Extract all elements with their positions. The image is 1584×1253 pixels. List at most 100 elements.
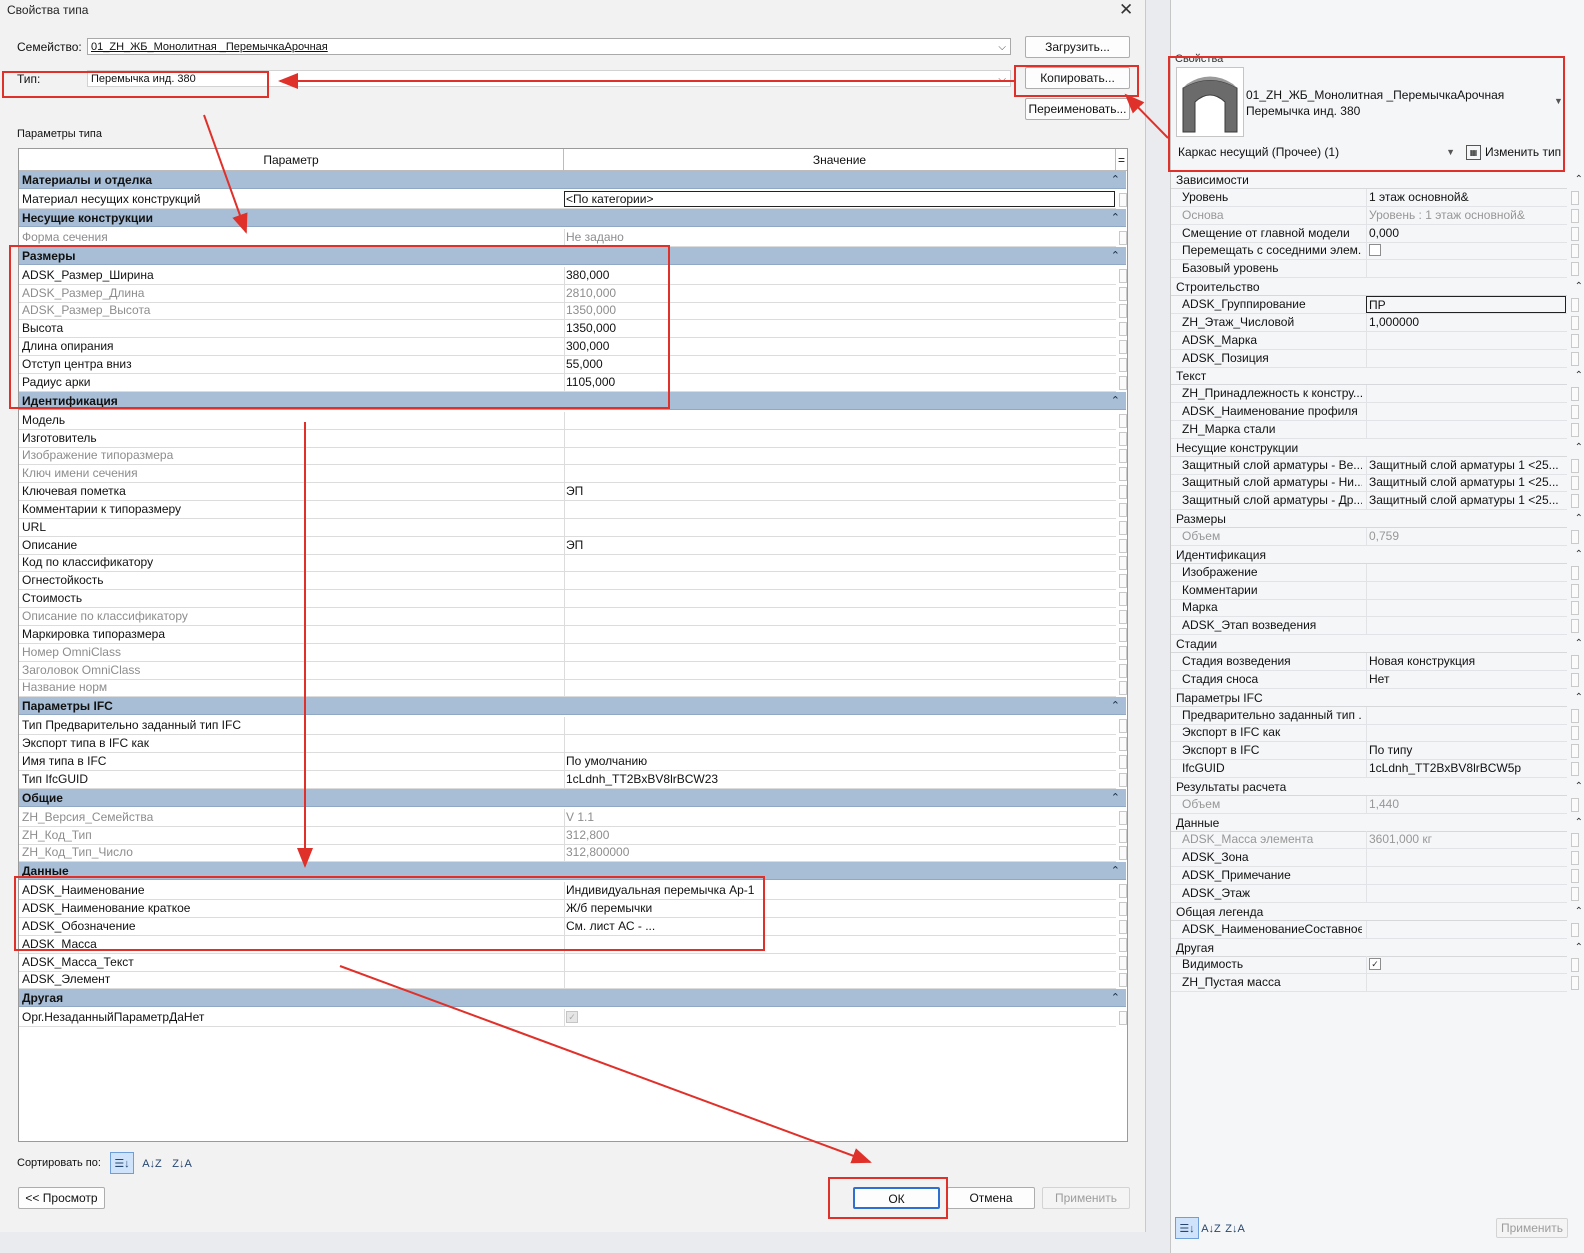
formula-button[interactable] bbox=[1119, 230, 1127, 245]
formula-button[interactable] bbox=[1119, 431, 1127, 446]
param-button[interactable] bbox=[1571, 922, 1579, 937]
copy-button[interactable]: Копировать... bbox=[1025, 67, 1130, 89]
collapse-icon[interactable]: ⌃ bbox=[1575, 635, 1583, 653]
palette-param-row[interactable]: ADSK_Зона bbox=[1171, 849, 1579, 868]
formula-button[interactable] bbox=[1119, 467, 1127, 482]
sort-grouped-icon[interactable]: ☰↓ bbox=[1175, 1217, 1199, 1239]
grid-param-row[interactable]: ADSK_Масса bbox=[19, 935, 1127, 954]
formula-button[interactable] bbox=[1119, 754, 1127, 769]
palette-group-header[interactable]: Параметры IFC ⌃ bbox=[1171, 689, 1583, 707]
param-value[interactable] bbox=[1366, 385, 1566, 403]
grid-param-row[interactable]: Изготовитель bbox=[19, 429, 1127, 448]
palette-param-row[interactable]: Видимость ✓ bbox=[1171, 956, 1579, 975]
collapse-icon[interactable]: ⌃ bbox=[1575, 903, 1583, 921]
formula-button[interactable] bbox=[1119, 538, 1127, 553]
palette-param-row[interactable]: Стадия возведения Новая конструкция bbox=[1171, 652, 1579, 671]
edit-type-button[interactable]: ▦ Изменить тип bbox=[1466, 143, 1561, 161]
grid-param-row[interactable]: Орг.НезаданныйПараметрДаНет ✓ bbox=[19, 1009, 1127, 1028]
grid-param-row[interactable]: ADSK_Наименование краткое Ж/б перемычки bbox=[19, 900, 1127, 919]
grid-param-row[interactable]: ADSK_Размер_Длина 2810,000 bbox=[19, 284, 1127, 303]
palette-group-header[interactable]: Общая легенда ⌃ bbox=[1171, 903, 1583, 921]
palette-param-row[interactable]: ZH_Принадлежность к констру... bbox=[1171, 385, 1579, 404]
param-button[interactable] bbox=[1571, 297, 1579, 312]
param-button[interactable] bbox=[1571, 619, 1579, 634]
formula-button[interactable] bbox=[1119, 193, 1127, 207]
param-value[interactable]: По типу bbox=[1366, 742, 1566, 760]
preview-button[interactable]: << Просмотр bbox=[18, 1187, 105, 1209]
formula-button[interactable] bbox=[1119, 340, 1127, 355]
collapse-icon[interactable]: ⌃ bbox=[1575, 814, 1583, 832]
param-value[interactable]: 0,000 bbox=[1366, 224, 1566, 242]
palette-apply-button[interactable]: Применить bbox=[1496, 1218, 1568, 1238]
collapse-icon[interactable]: ⌃ bbox=[1575, 278, 1583, 296]
grid-param-row[interactable]: ZH_Код_Тип_Число 312,800000 bbox=[19, 844, 1127, 863]
grid-group-header[interactable]: Другая ⌃ bbox=[19, 989, 1126, 1008]
param-button[interactable] bbox=[1571, 797, 1579, 812]
formula-button[interactable] bbox=[1119, 413, 1127, 428]
collapse-icon[interactable]: ⌃ bbox=[1575, 510, 1583, 528]
palette-param-row[interactable]: Защитный слой арматуры - Ве... Защитный с… bbox=[1171, 456, 1579, 475]
palette-param-row[interactable]: ADSK_Наименование профиля bbox=[1171, 403, 1579, 422]
param-value[interactable]: 1cLdnh_TT2BxBV8lrBCW5p bbox=[1366, 760, 1566, 778]
param-button[interactable] bbox=[1571, 476, 1579, 491]
param-button[interactable] bbox=[1571, 762, 1579, 777]
param-button[interactable] bbox=[1571, 333, 1579, 348]
palette-param-row[interactable]: Смещение от главной модели 0,000 bbox=[1171, 224, 1579, 243]
palette-group-header[interactable]: Зависимости ⌃ bbox=[1171, 171, 1583, 189]
formula-button[interactable] bbox=[1119, 1011, 1127, 1026]
palette-param-row[interactable]: Объем 0,759 bbox=[1171, 528, 1579, 546]
checkbox[interactable]: ✓ bbox=[566, 1011, 578, 1024]
sort-az-icon[interactable]: A↓Z bbox=[140, 1152, 164, 1174]
load-button[interactable]: Загрузить... bbox=[1025, 36, 1130, 58]
apply-button[interactable]: Применить bbox=[1042, 1187, 1130, 1209]
palette-param-row[interactable]: Изображение bbox=[1171, 563, 1579, 582]
formula-button[interactable] bbox=[1119, 737, 1127, 752]
formula-button[interactable] bbox=[1119, 322, 1127, 337]
grid-param-row[interactable]: URL bbox=[19, 518, 1127, 537]
formula-button[interactable] bbox=[1119, 902, 1127, 917]
grid-param-row[interactable]: Код по классификатору bbox=[19, 554, 1127, 573]
sort-za-icon[interactable]: Z↓A bbox=[1223, 1217, 1247, 1239]
chevron-down-icon[interactable]: ▼ bbox=[1554, 96, 1563, 106]
element-filter-dropdown[interactable]: Каркас несущий (Прочее) (1) ▼ bbox=[1175, 143, 1459, 161]
formula-button[interactable] bbox=[1119, 846, 1127, 861]
param-value[interactable]: 55,000 bbox=[564, 355, 1115, 373]
param-value[interactable] bbox=[1366, 349, 1566, 367]
palette-param-row[interactable]: Комментарии bbox=[1171, 581, 1579, 600]
grid-param-row[interactable]: ADSK_Размер_Ширина 380,000 bbox=[19, 266, 1127, 285]
checkbox[interactable] bbox=[1369, 244, 1381, 257]
grid-group-header[interactable]: Данные ⌃ bbox=[19, 862, 1126, 881]
param-value[interactable]: Защитный слой арматуры 1 <25... bbox=[1366, 456, 1566, 474]
close-icon[interactable]: ✕ bbox=[1119, 0, 1133, 20]
param-value[interactable] bbox=[564, 625, 1115, 643]
formula-button[interactable] bbox=[1119, 663, 1127, 678]
param-value[interactable]: Ж/б перемычки bbox=[564, 900, 1115, 918]
param-value[interactable] bbox=[564, 953, 1115, 971]
param-button[interactable] bbox=[1571, 887, 1579, 901]
param-value[interactable] bbox=[1366, 403, 1566, 421]
palette-group-header[interactable]: Текст ⌃ bbox=[1171, 367, 1583, 386]
grid-param-row[interactable]: Ключ имени сечения bbox=[19, 465, 1127, 484]
palette-param-row[interactable]: Предварительно заданный тип ... bbox=[1171, 706, 1579, 725]
grid-param-row[interactable]: ZH_Код_Тип 312,800 bbox=[19, 826, 1127, 845]
param-button[interactable] bbox=[1571, 976, 1579, 991]
collapse-icon[interactable]: ⌃ bbox=[1575, 171, 1583, 189]
cancel-button[interactable]: Отмена bbox=[947, 1187, 1035, 1209]
grid-param-row[interactable]: Радиус арки 1105,000 bbox=[19, 373, 1127, 392]
sort-az-icon[interactable]: A↓Z bbox=[1199, 1217, 1223, 1239]
grid-param-row[interactable]: Изображение типоразмера bbox=[19, 447, 1127, 466]
param-value[interactable] bbox=[1366, 599, 1566, 617]
grid-param-row[interactable]: ADSK_Масса_Текст bbox=[19, 953, 1127, 972]
formula-button[interactable] bbox=[1119, 772, 1127, 787]
grid-param-row[interactable]: ADSK_Наименование Индивидуальная перемычк… bbox=[19, 882, 1127, 901]
param-button[interactable] bbox=[1571, 958, 1579, 973]
param-value[interactable] bbox=[564, 935, 1115, 953]
collapse-icon[interactable]: ⌃ bbox=[1111, 863, 1120, 879]
param-value[interactable] bbox=[1366, 849, 1566, 867]
formula-button[interactable] bbox=[1119, 449, 1127, 464]
column-header-param[interactable]: Параметр bbox=[19, 149, 564, 171]
param-value[interactable] bbox=[1366, 974, 1566, 992]
param-value[interactable] bbox=[1366, 617, 1566, 635]
grid-param-row[interactable]: Описание ЭП bbox=[19, 536, 1127, 555]
palette-param-row[interactable]: Стадия сноса Нет bbox=[1171, 670, 1579, 689]
